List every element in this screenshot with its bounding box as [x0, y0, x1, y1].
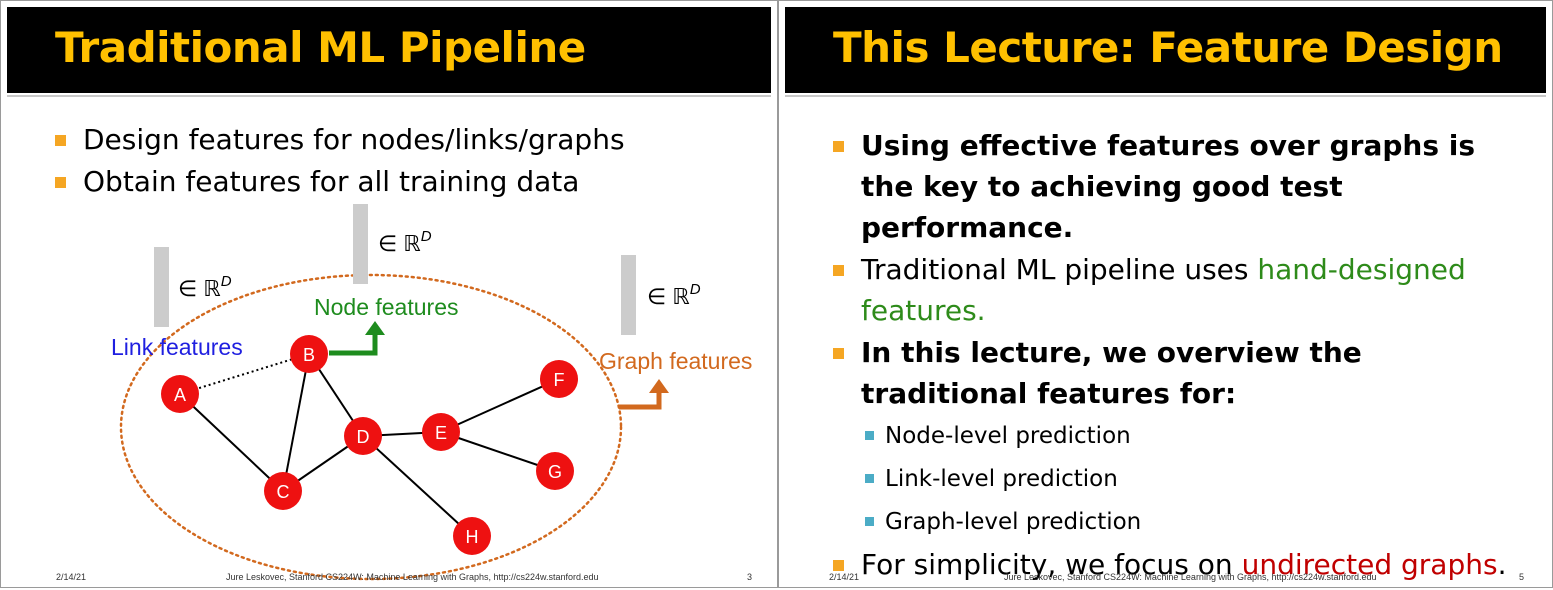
graph-node-h: H: [453, 517, 491, 555]
edge-a-c: [179, 393, 284, 492]
footer-credit: Jure Leskovec, Stanford CS224W: Machine …: [226, 572, 599, 582]
node-vector-space-label: ∈ ℝD: [378, 228, 432, 256]
svg-text:F: F: [554, 370, 565, 390]
footer-page-number: 3: [747, 572, 753, 582]
link-edge-a-b: [179, 353, 310, 395]
link-vector-space-label: ∈ ℝD: [178, 273, 232, 301]
title-divider: [785, 95, 1546, 97]
svg-text:H: H: [466, 527, 479, 547]
bullet-list: Using effective features over graphs is …: [829, 125, 1509, 586]
sub-bullet-square-icon: [865, 517, 874, 526]
node-features-label: Node features: [314, 294, 458, 320]
graph-node-c: C: [264, 472, 302, 510]
slide-title: This Lecture: Feature Design: [833, 23, 1503, 72]
node-features-arrow-icon: [329, 321, 385, 356]
graph-vector-space-label: ∈ ℝD: [647, 281, 701, 309]
svg-text:B: B: [303, 345, 315, 365]
slide-feature-design: This Lecture: Feature Design Using effec…: [778, 0, 1553, 588]
graph-features-arrow-icon: [619, 379, 669, 410]
sub-bullet-item: Node-level prediction: [829, 415, 1509, 458]
bullet-square-icon: [833, 560, 844, 571]
graph-feature-vector-bar: [621, 255, 636, 335]
footer-page-number: 5: [1519, 572, 1525, 582]
graph-node-f: F: [540, 360, 578, 398]
graph-node-e: E: [422, 413, 460, 451]
sub-bullet-item: Graph-level prediction: [829, 501, 1509, 544]
svg-text:D: D: [357, 427, 370, 447]
title-bar: This Lecture: Feature Design: [785, 7, 1546, 93]
graph-node-a: A: [161, 375, 199, 413]
svg-text:G: G: [548, 462, 562, 482]
bullet-item: Traditional ML pipeline uses hand-design…: [829, 249, 1509, 331]
footer-date: 2/14/21: [829, 572, 860, 582]
svg-text:A: A: [174, 385, 186, 405]
graph-diagram: ∈ ℝD ∈ ℝD ∈ ℝD Link features Node featur…: [111, 204, 752, 581]
graph-features-label: Graph features: [599, 348, 752, 374]
footer-date: 2/14/21: [56, 572, 87, 582]
link-feature-vector-bar: [154, 247, 169, 327]
slide-traditional-ml-pipeline: Traditional ML Pipeline Design features …: [0, 0, 778, 588]
sub-bullet-item: Link-level prediction: [829, 458, 1509, 501]
bullet-square-icon: [833, 348, 844, 359]
svg-text:E: E: [435, 423, 447, 443]
graph-node-d: D: [344, 417, 382, 455]
bullet-item: Using effective features over graphs is …: [829, 125, 1509, 248]
svg-text:C: C: [277, 482, 290, 502]
footer-credit: Jure Leskovec, Stanford CS224W: Machine …: [1004, 572, 1377, 582]
node-feature-vector-bar: [353, 204, 368, 284]
link-features-label: Link features: [111, 334, 243, 360]
sub-bullet-square-icon: [865, 431, 874, 440]
edge-b-c: [282, 353, 310, 492]
bullet-square-icon: [833, 265, 844, 276]
edge-e-f: [440, 378, 560, 433]
graph-node-g: G: [536, 452, 574, 490]
bullet-item: In this lecture, we overview the traditi…: [829, 332, 1509, 414]
graph-node-b: B: [290, 335, 328, 373]
edge-d-h: [362, 435, 473, 537]
bullet-square-icon: [833, 141, 844, 152]
sub-bullet-square-icon: [865, 474, 874, 483]
